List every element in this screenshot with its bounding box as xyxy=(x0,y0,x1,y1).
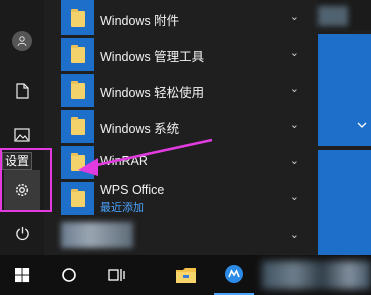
folder-icon xyxy=(61,38,94,71)
pictures-icon xyxy=(14,128,30,142)
settings-highlight-box xyxy=(0,148,52,212)
folder-icon xyxy=(61,2,94,35)
app-label: WinRAR xyxy=(100,154,148,168)
blurred-app-icon xyxy=(61,222,133,248)
pictures-button[interactable] xyxy=(0,118,44,152)
taskbar xyxy=(0,255,371,295)
app-label: WPS Office xyxy=(100,183,165,197)
task-view-button[interactable] xyxy=(100,255,134,295)
tile-blurred[interactable] xyxy=(318,0,371,30)
chevron-down-icon xyxy=(357,122,367,128)
chevron-down-icon: ⌄ xyxy=(289,47,299,59)
document-icon xyxy=(15,83,29,99)
folder-icon xyxy=(61,146,94,179)
chevron-down-icon: ⌄ xyxy=(289,155,299,167)
app-row-wps-office[interactable]: WPS Office 最近添加 ⌄ xyxy=(57,180,305,216)
app-label: Windows 管理工具 xyxy=(100,50,205,64)
chevron-down-icon: ⌄ xyxy=(289,83,299,95)
tile-large-2[interactable] xyxy=(318,150,371,255)
start-menu: 设置 Windows 附件 ⌄ Windows 管理工具 ⌄ Windows 轻… xyxy=(0,0,371,255)
folder-icon xyxy=(61,110,94,143)
app-row-windows-accessories[interactable]: Windows 附件 ⌄ xyxy=(57,0,305,36)
app-row-blurred[interactable]: ⌄ xyxy=(57,218,305,254)
blurred-taskbar-apps xyxy=(262,261,371,289)
app-label: Windows 轻松使用 xyxy=(100,86,205,100)
maxthon-button[interactable] xyxy=(214,255,254,295)
maxthon-browser-icon xyxy=(225,265,243,283)
chevron-down-icon: ⌄ xyxy=(289,119,299,131)
app-list: Windows 附件 ⌄ Windows 管理工具 ⌄ Windows 轻松使用… xyxy=(57,0,305,255)
start-rail: 设置 xyxy=(0,0,44,255)
folder-icon xyxy=(61,74,94,107)
tile-large-1[interactable] xyxy=(318,34,371,146)
app-label: Windows 附件 xyxy=(100,14,180,28)
chevron-down-icon: ⌄ xyxy=(289,11,299,23)
start-button[interactable] xyxy=(4,255,40,295)
cortana-search-icon xyxy=(62,268,76,282)
app-label: Windows 系统 xyxy=(100,122,180,136)
account-button[interactable] xyxy=(0,24,44,58)
folder-icon xyxy=(61,182,94,215)
power-icon xyxy=(15,226,29,240)
app-row-windows-admin-tools[interactable]: Windows 管理工具 ⌄ xyxy=(57,36,305,72)
recently-added-label: 最近添加 xyxy=(100,202,144,214)
app-row-windows-ease-of-access[interactable]: Windows 轻松使用 ⌄ xyxy=(57,72,305,108)
cortana-button[interactable] xyxy=(52,255,86,295)
chevron-down-icon: ⌄ xyxy=(289,229,299,241)
user-icon xyxy=(12,31,32,51)
chevron-down-icon: ⌄ xyxy=(289,191,299,203)
file-explorer-button[interactable] xyxy=(168,255,204,295)
app-row-windows-system[interactable]: Windows 系统 ⌄ xyxy=(57,108,305,144)
app-row-winrar[interactable]: WinRAR ⌄ xyxy=(57,144,305,180)
power-button[interactable] xyxy=(0,216,44,250)
task-view-icon xyxy=(108,269,125,281)
documents-button[interactable] xyxy=(0,74,44,108)
windows-start-icon xyxy=(14,267,29,282)
file-explorer-icon xyxy=(176,268,196,283)
live-tiles xyxy=(318,0,371,255)
